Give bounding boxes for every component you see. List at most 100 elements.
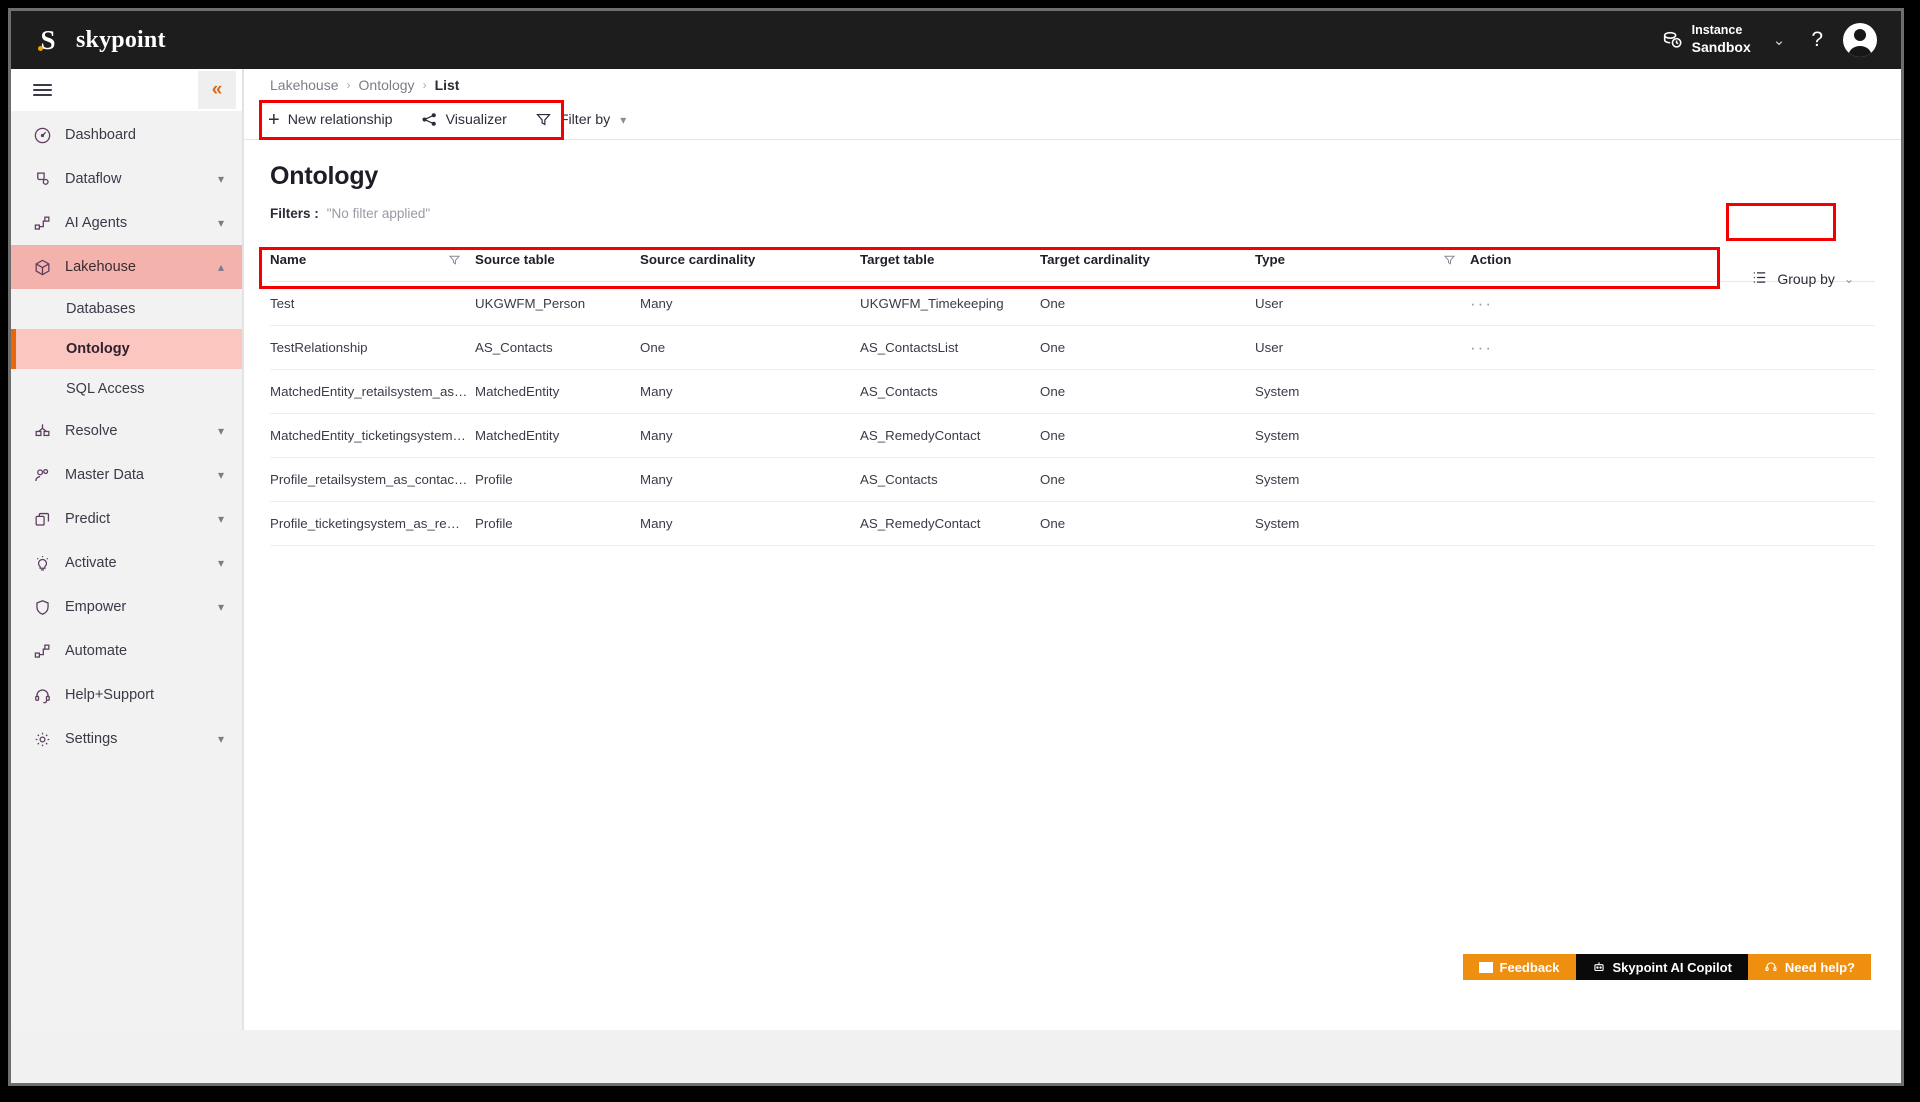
column-header-target-cardinality[interactable]: Target cardinality — [1040, 238, 1255, 282]
cell-name[interactable]: MatchedEntity_ticketingsystem… — [270, 414, 475, 458]
column-header-type[interactable]: Type — [1255, 238, 1470, 282]
row-actions-menu-button — [1470, 370, 1875, 414]
cell-name[interactable]: Profile_retailsystem_as_contac… — [270, 458, 475, 502]
cell-name[interactable]: MatchedEntity_retailsystem_as… — [270, 370, 475, 414]
cell-source-cardinality: Many — [640, 458, 860, 502]
action-toolbar: + New relationship Visualizer — [244, 100, 1901, 140]
cell-target-table: AS_ContactsList — [860, 326, 1040, 370]
sidebar-item-label: Resolve — [65, 423, 205, 439]
cell-source-cardinality: Many — [640, 282, 860, 326]
main-content: Lakehouse › Ontology › List + New relati… — [243, 69, 1901, 1030]
funnel-icon — [535, 111, 552, 128]
dashboard-icon — [33, 126, 52, 145]
bottom-floating-bar: Feedback Skypoint AI Copilot Need help? — [1463, 954, 1871, 980]
instance-label: Instance — [1692, 23, 1751, 39]
sidebar-item-label: AI Agents — [65, 215, 205, 231]
help-icon[interactable]: ? — [1807, 28, 1827, 52]
column-header-name[interactable]: Name — [270, 238, 475, 282]
sidebar-subitem-label: SQL Access — [66, 381, 144, 397]
cell-name[interactable]: Profile_ticketingsystem_as_re… — [270, 502, 475, 546]
row-actions-menu-button — [1470, 414, 1875, 458]
sidebar-item-label: Predict — [65, 511, 205, 527]
sidebar-item-dashboard[interactable]: Dashboard — [11, 113, 242, 157]
sidebar-item-databases[interactable]: Databases — [11, 289, 242, 329]
chevron-down-icon: ▾ — [218, 556, 224, 570]
sidebar-subitem-label: Databases — [66, 301, 135, 317]
visualizer-button[interactable]: Visualizer — [407, 103, 521, 137]
cell-name[interactable]: TestRelationship — [270, 326, 475, 370]
copilot-button[interactable]: Skypoint AI Copilot — [1576, 954, 1748, 980]
feedback-button[interactable]: Feedback — [1463, 954, 1576, 980]
brand-logo[interactable]: S skypoint — [11, 25, 166, 55]
cell-source-cardinality: Many — [640, 414, 860, 458]
sidebar: « Dashboard Dataflow ▾ — [11, 69, 243, 1083]
cell-target-table: AS_Contacts — [860, 370, 1040, 414]
sidebar-item-activate[interactable]: Activate ▾ — [11, 541, 242, 585]
breadcrumb-item-ontology[interactable]: Ontology — [359, 77, 415, 93]
sidebar-item-predict[interactable]: Predict ▾ — [11, 497, 242, 541]
breadcrumb-separator: › — [347, 78, 351, 92]
sidebar-item-resolve[interactable]: Resolve ▾ — [11, 409, 242, 453]
sidebar-item-dataflow[interactable]: Dataflow ▾ — [11, 157, 242, 201]
table-row[interactable]: MatchedEntity_ticketingsystem… MatchedEn… — [270, 414, 1875, 458]
need-help-label: Need help? — [1785, 960, 1855, 975]
instance-selector[interactable]: Instance Sandbox — [1661, 23, 1751, 56]
predict-icon — [33, 510, 52, 529]
table-row[interactable]: MatchedEntity_retailsystem_as… MatchedEn… — [270, 370, 1875, 414]
filter-by-button[interactable]: Filter by ▾ — [521, 103, 640, 137]
sidebar-subitem-label: Ontology — [66, 341, 130, 357]
chevron-down-icon: ▾ — [218, 512, 224, 526]
row-actions-menu-button[interactable]: ··· — [1470, 326, 1875, 370]
sidebar-item-lakehouse[interactable]: Lakehouse ▴ — [11, 245, 242, 289]
sidebar-item-label: Lakehouse — [65, 259, 205, 275]
app-viewport: S skypoint Instance Sandbox — [11, 11, 1901, 1083]
robot-icon — [1592, 960, 1606, 974]
sidebar-item-label: Dashboard — [65, 127, 224, 143]
relationships-table-wrapper: Name Source table Source cardinality Tar… — [270, 238, 1875, 546]
browser-frame: S skypoint Instance Sandbox — [8, 8, 1904, 1086]
column-header-source-table[interactable]: Source table — [475, 238, 640, 282]
column-filter-icon[interactable] — [448, 253, 461, 266]
avatar[interactable] — [1843, 23, 1877, 57]
cell-name[interactable]: Test — [270, 282, 475, 326]
instance-value: Sandbox — [1692, 39, 1751, 57]
hamburger-icon[interactable] — [33, 84, 52, 96]
sidebar-item-ontology[interactable]: Ontology — [11, 329, 242, 369]
visualizer-label: Visualizer — [446, 112, 507, 128]
filter-by-label: Filter by — [560, 112, 610, 128]
cell-target-cardinality: One — [1040, 282, 1255, 326]
sidebar-item-empower[interactable]: Empower ▾ — [11, 585, 242, 629]
column-filter-icon[interactable] — [1443, 253, 1456, 266]
copilot-label: Skypoint AI Copilot — [1613, 960, 1732, 975]
column-header-source-cardinality[interactable]: Source cardinality — [640, 238, 860, 282]
sidebar-item-settings[interactable]: Settings ▾ — [11, 717, 242, 761]
sidebar-item-ai-agents[interactable]: AI Agents ▾ — [11, 201, 242, 245]
table-row[interactable]: Test UKGWFM_Person Many UKGWFM_Timekeepi… — [270, 282, 1875, 326]
cell-type: System — [1255, 414, 1470, 458]
breadcrumb-item-lakehouse[interactable]: Lakehouse — [270, 77, 339, 93]
table-row[interactable]: TestRelationship AS_Contacts One AS_Cont… — [270, 326, 1875, 370]
need-help-button[interactable]: Need help? — [1748, 954, 1871, 980]
table-header: Name Source table Source cardinality Tar… — [270, 238, 1875, 282]
sidebar-item-master-data[interactable]: Master Data ▾ — [11, 453, 242, 497]
cell-type: System — [1255, 458, 1470, 502]
new-relationship-button[interactable]: + New relationship — [254, 103, 407, 137]
collapse-sidebar-button[interactable]: « — [198, 71, 236, 109]
plus-icon: + — [268, 110, 280, 130]
instance-chevron-down-icon[interactable]: ⌄ — [1767, 31, 1792, 49]
sidebar-item-automate[interactable]: Automate — [11, 629, 242, 673]
table-row[interactable]: Profile_ticketingsystem_as_re… Profile M… — [270, 502, 1875, 546]
instance-icon — [1661, 29, 1683, 51]
cell-type: User — [1255, 326, 1470, 370]
cell-type: User — [1255, 282, 1470, 326]
table-row[interactable]: Profile_retailsystem_as_contac… Profile … — [270, 458, 1875, 502]
cell-target-table: AS_Contacts — [860, 458, 1040, 502]
column-header-target-table[interactable]: Target table — [860, 238, 1040, 282]
cell-target-cardinality: One — [1040, 370, 1255, 414]
lakehouse-icon — [33, 258, 52, 277]
sidebar-item-help-support[interactable]: Help+Support — [11, 673, 242, 717]
sidebar-item-sql-access[interactable]: SQL Access — [11, 369, 242, 409]
cell-target-cardinality: One — [1040, 326, 1255, 370]
column-header-action: Action — [1470, 238, 1875, 282]
cell-source-table: Profile — [475, 458, 640, 502]
